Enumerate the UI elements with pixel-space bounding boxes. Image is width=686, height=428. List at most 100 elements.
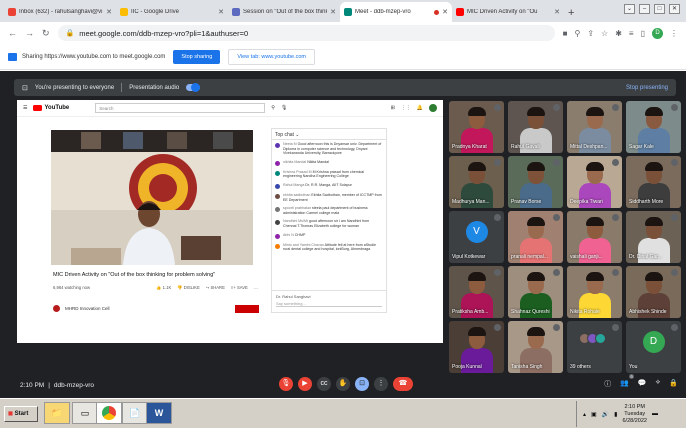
menu-icon[interactable]: ⋮ — [670, 29, 678, 38]
chat-input[interactable]: Say something... — [276, 301, 382, 307]
tray-arrow-icon[interactable]: ▴ — [583, 411, 586, 418]
participant-tile[interactable]: Tanisha Singh — [508, 321, 563, 373]
browser-tab[interactable]: Session on "Out of the box thinki ✕ — [228, 2, 340, 22]
tab-close-icon[interactable]: ✕ — [106, 8, 112, 16]
drive-icon[interactable]: ▭ — [72, 402, 98, 424]
participant-tile[interactable]: Pooja Kunnal — [449, 321, 504, 373]
voice-search-icon[interactable]: 🎙 — [281, 105, 287, 111]
notifications-tray-icon[interactable]: ▬ — [652, 411, 658, 417]
word-icon[interactable]: W — [146, 402, 172, 424]
browser-tab[interactable]: Inbox (632) - rahulsanghavi@vi ✕ — [4, 2, 116, 22]
participant-tile[interactable]: Madhurya Man... — [449, 156, 504, 208]
omnibox[interactable]: 🔒 meet.google.com/ddb-mzep-vro?pli=1&aut… — [57, 25, 555, 41]
bookmark-star-icon[interactable]: ☆ — [601, 29, 608, 38]
leave-call-button[interactable]: ☎ — [393, 377, 413, 391]
extensions-icon[interactable]: ✱ — [615, 29, 622, 38]
zoom-icon[interactable]: ⚲ — [574, 29, 580, 38]
youtube-search-input[interactable]: Search — [95, 103, 266, 113]
stop-sharing-button[interactable]: Stop sharing — [173, 49, 221, 64]
present-now-icon[interactable]: ⊡ — [355, 377, 369, 391]
meeting-details-icon[interactable]: ⓘ — [604, 379, 611, 389]
maximize-button[interactable]: □ — [654, 4, 665, 14]
mic-off-icon[interactable]: 🎙 — [279, 377, 293, 391]
like-button[interactable]: 👍 1.1K — [156, 285, 171, 291]
start-button[interactable]: ◼ Start — [4, 406, 38, 422]
share-icon[interactable]: ⇪ — [587, 29, 594, 38]
minimize-button[interactable]: – — [639, 4, 650, 14]
more-icon[interactable]: … — [254, 285, 258, 291]
tab-close-icon[interactable]: ✕ — [442, 8, 448, 16]
tab-close-icon[interactable]: ✕ — [218, 8, 224, 16]
outlook-icon[interactable]: 📄 — [122, 402, 148, 424]
dislike-button[interactable]: 👎 DISLIKE — [177, 285, 199, 291]
participant-tile[interactable]: Nikita Rohale — [567, 266, 622, 318]
video-player[interactable] — [51, 130, 253, 265]
browser-tab[interactable]: MIC Driven Activity on "Ou ✕ — [452, 2, 564, 22]
notifications-icon[interactable]: 🔔 — [417, 105, 423, 111]
host-controls-icon[interactable]: 🔒 — [669, 379, 678, 389]
taskbar-clock[interactable]: 2:10 PM Tuesday 6/28/2022 — [622, 404, 646, 425]
activities-icon[interactable]: ⟡ — [656, 379, 661, 389]
media-control-icon[interactable]: ≡ — [629, 29, 634, 38]
camera-icon[interactable]: ■ — [563, 29, 568, 38]
create-icon[interactable]: ⊞ — [391, 105, 395, 111]
participant-tile[interactable]: Rahul Gavali — [508, 101, 563, 153]
search-icon[interactable]: ⚲ — [271, 105, 275, 111]
participant-tile[interactable]: Pranav Borse — [508, 156, 563, 208]
browser-tab[interactable]: Meet - ddb-mzep-vro ✕ — [340, 2, 452, 22]
participant-tile[interactable]: Deepika Tiwari — [567, 156, 622, 208]
participant-tile[interactable]: V Vipul Kotkewar — [449, 211, 504, 263]
subscribe-button[interactable] — [235, 305, 259, 313]
chat-icon[interactable]: 💬 — [638, 379, 647, 389]
youtube-logo[interactable]: YouTube — [33, 105, 69, 111]
tab-search-icon[interactable]: ⌄ — [624, 4, 635, 14]
close-window-button[interactable]: ✕ — [669, 4, 680, 14]
stop-presenting-button[interactable]: Stop presenting — [626, 85, 668, 91]
participant-tile[interactable]: pranali nempal... — [508, 211, 563, 263]
people-icon[interactable]: 👥 6 — [620, 374, 634, 389]
meeting-time: 2:10 PM — [20, 381, 45, 389]
channel-name[interactable]: MHRD Innovation Cell — [65, 306, 110, 311]
share-button[interactable]: ↪ SHARE — [206, 285, 225, 291]
participant-tile[interactable]: Siddharth More — [626, 156, 681, 208]
participant-tile[interactable]: Pratiksha Amb... — [449, 266, 504, 318]
channel-avatar[interactable] — [53, 305, 60, 312]
participant-tile[interactable]: D You — [626, 321, 681, 373]
file-explorer-icon[interactable]: 📁 — [44, 402, 70, 424]
browser-tab[interactable]: IIC - Google Drive ✕ — [116, 2, 228, 22]
participant-tile[interactable]: vaishali ganji... — [567, 211, 622, 263]
more-options-icon[interactable]: ⋮ — [374, 377, 388, 391]
network-icon[interactable]: ▣ — [591, 411, 597, 418]
raise-hand-icon[interactable]: ✋ — [336, 377, 350, 391]
reload-icon[interactable]: ↻ — [42, 28, 50, 39]
presentation-audio-toggle[interactable] — [186, 83, 201, 92]
back-icon[interactable]: ← — [8, 28, 17, 38]
participant-tile[interactable]: Abhishek Shinde — [626, 266, 681, 318]
new-tab-button[interactable]: + — [564, 7, 580, 22]
chat-avatar — [275, 233, 280, 239]
apps-icon[interactable]: ⋮⋮ — [401, 105, 411, 111]
profile-avatar[interactable]: D — [652, 27, 663, 39]
forward-icon[interactable]: → — [25, 28, 34, 38]
sidepanel-icon[interactable]: ▯ — [641, 29, 645, 38]
save-button[interactable]: ≡+ SAVE — [231, 285, 248, 291]
battery-icon[interactable]: ▮ — [614, 411, 617, 418]
participant-tile[interactable]: Shahnaz Qureshi — [508, 266, 563, 318]
meeting-code: ddb-mzep-vro — [53, 381, 95, 389]
participant-tile[interactable]: Mittal Deshpan... — [567, 101, 622, 153]
participant-tile[interactable]: Pradnya Kharat — [449, 101, 504, 153]
volume-icon[interactable]: 🔊 — [602, 411, 609, 418]
participant-tile[interactable]: Sagar Kale — [626, 101, 681, 153]
tab-close-icon[interactable]: ✕ — [330, 8, 336, 16]
hamburger-icon[interactable]: ☰ — [23, 105, 27, 111]
participant-tile[interactable]: Dr. Dinal Gar... — [626, 211, 681, 263]
youtube-avatar[interactable] — [429, 104, 437, 112]
participant-tile[interactable]: 39 others — [567, 321, 622, 373]
camera-off-icon[interactable]: ▶ — [298, 377, 312, 391]
chat-title[interactable]: Top chat — [275, 132, 294, 138]
tab-close-icon[interactable]: ✕ — [554, 8, 560, 16]
participant-name: Vipul Kotkewar — [452, 254, 486, 260]
view-tab-button[interactable]: View tab: www.youtube.com — [228, 48, 315, 65]
captions-icon[interactable]: cc — [317, 377, 331, 391]
chrome-icon[interactable] — [96, 402, 122, 424]
